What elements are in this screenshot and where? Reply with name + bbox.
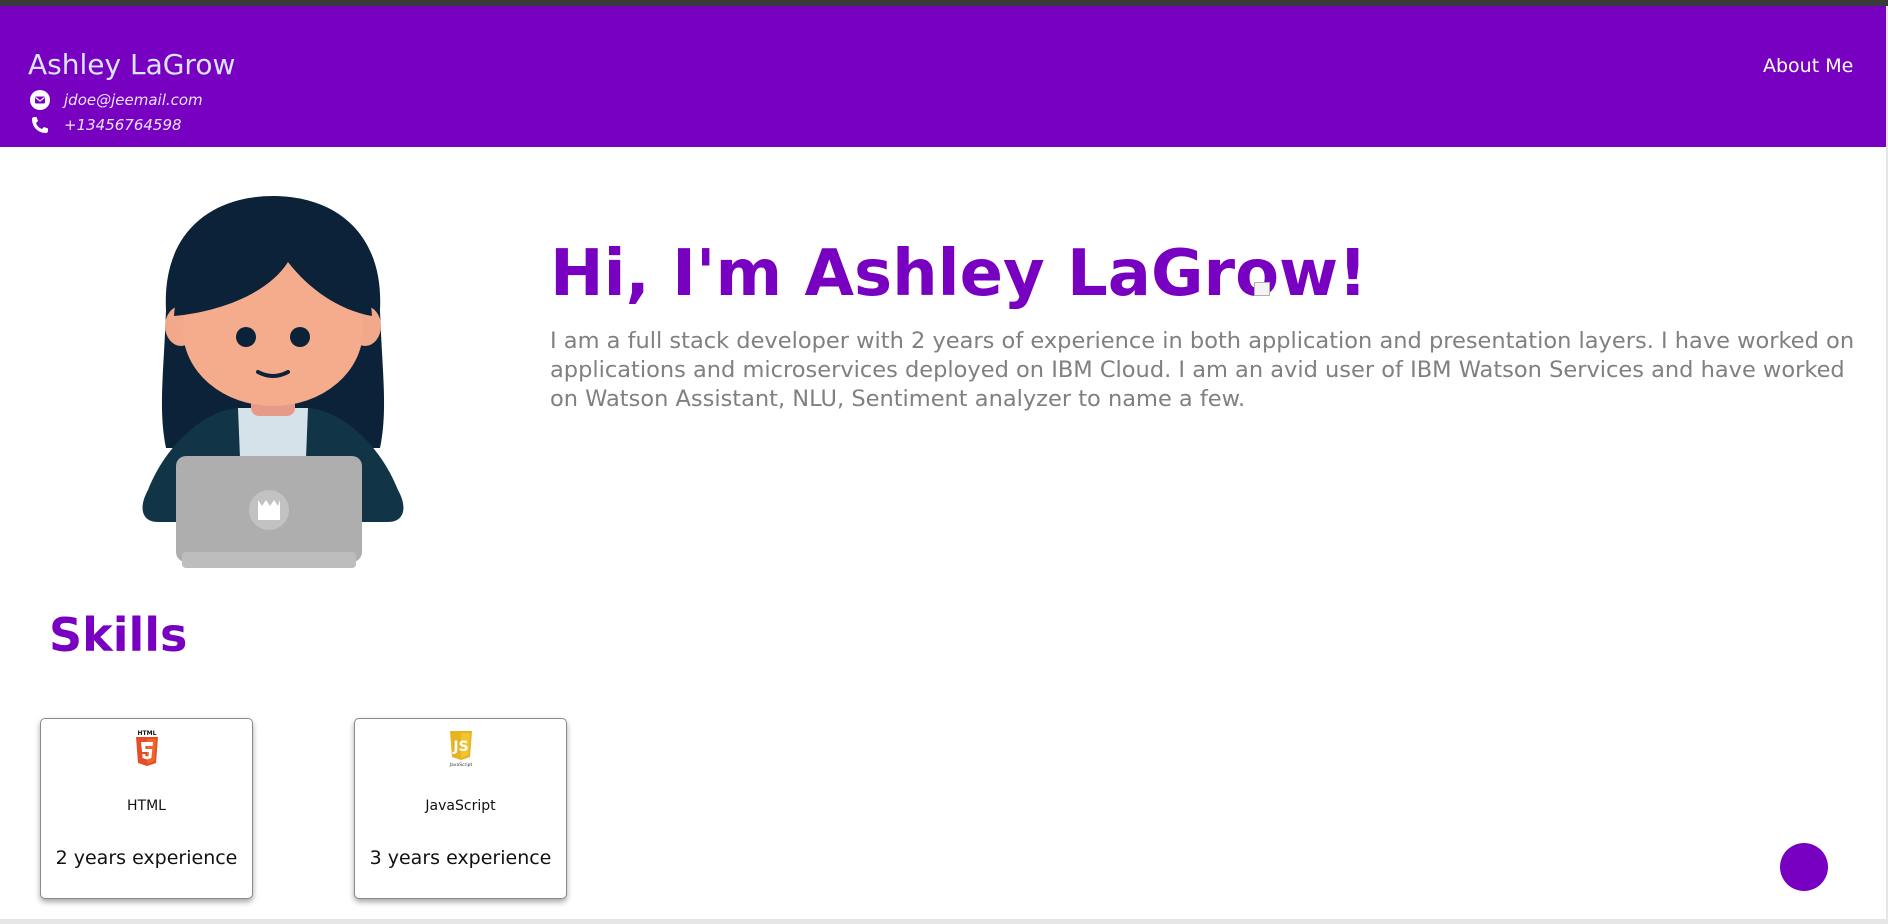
svg-text:JavaScript: JavaScript — [449, 762, 473, 767]
portfolio-page: Ashley LaGrow jdoe@jeemail.com +13456764… — [0, 0, 1888, 924]
header-bar: Ashley LaGrow jdoe@jeemail.com +13456764… — [0, 6, 1886, 147]
bottom-page-edge — [0, 919, 1886, 924]
email-text: jdoe@jeemail.com — [64, 91, 203, 109]
phone-icon — [28, 114, 52, 136]
phone-contact: +13456764598 — [28, 114, 182, 136]
skill-card-javascript: JS JavaScript JavaScript 3 years experie… — [354, 718, 567, 899]
hero-title: Hi, I'm Ashley LaGrow! — [550, 237, 1368, 311]
nav-about-me[interactable]: About Me — [1763, 55, 1853, 77]
javascript-logo: JS JavaScript — [441, 729, 481, 768]
svg-text:HTML: HTML — [138, 730, 157, 737]
skill-experience-html: 2 years experience — [55, 847, 238, 869]
email-contact: jdoe@jeemail.com — [28, 89, 203, 111]
svg-text:JS: JS — [452, 739, 468, 755]
skill-experience-javascript: 3 years experience — [369, 847, 552, 869]
skill-name-html: HTML — [127, 798, 166, 814]
envelope-icon — [28, 89, 52, 111]
skill-name-javascript: JavaScript — [425, 798, 496, 814]
html5-logo: HTML — [127, 729, 167, 767]
developer-avatar-illustration — [118, 190, 428, 568]
header-name: Ashley LaGrow — [28, 48, 236, 81]
hero-intro-text: I am a full stack developer with 2 years… — [550, 328, 1855, 412]
chat-launcher-button[interactable] — [1780, 843, 1828, 891]
broken-image-icon — [1254, 282, 1270, 296]
skills-heading: Skills — [49, 608, 188, 662]
skill-card-html: HTML HTML 2 years experience — [40, 718, 253, 899]
phone-text: +13456764598 — [64, 116, 182, 134]
